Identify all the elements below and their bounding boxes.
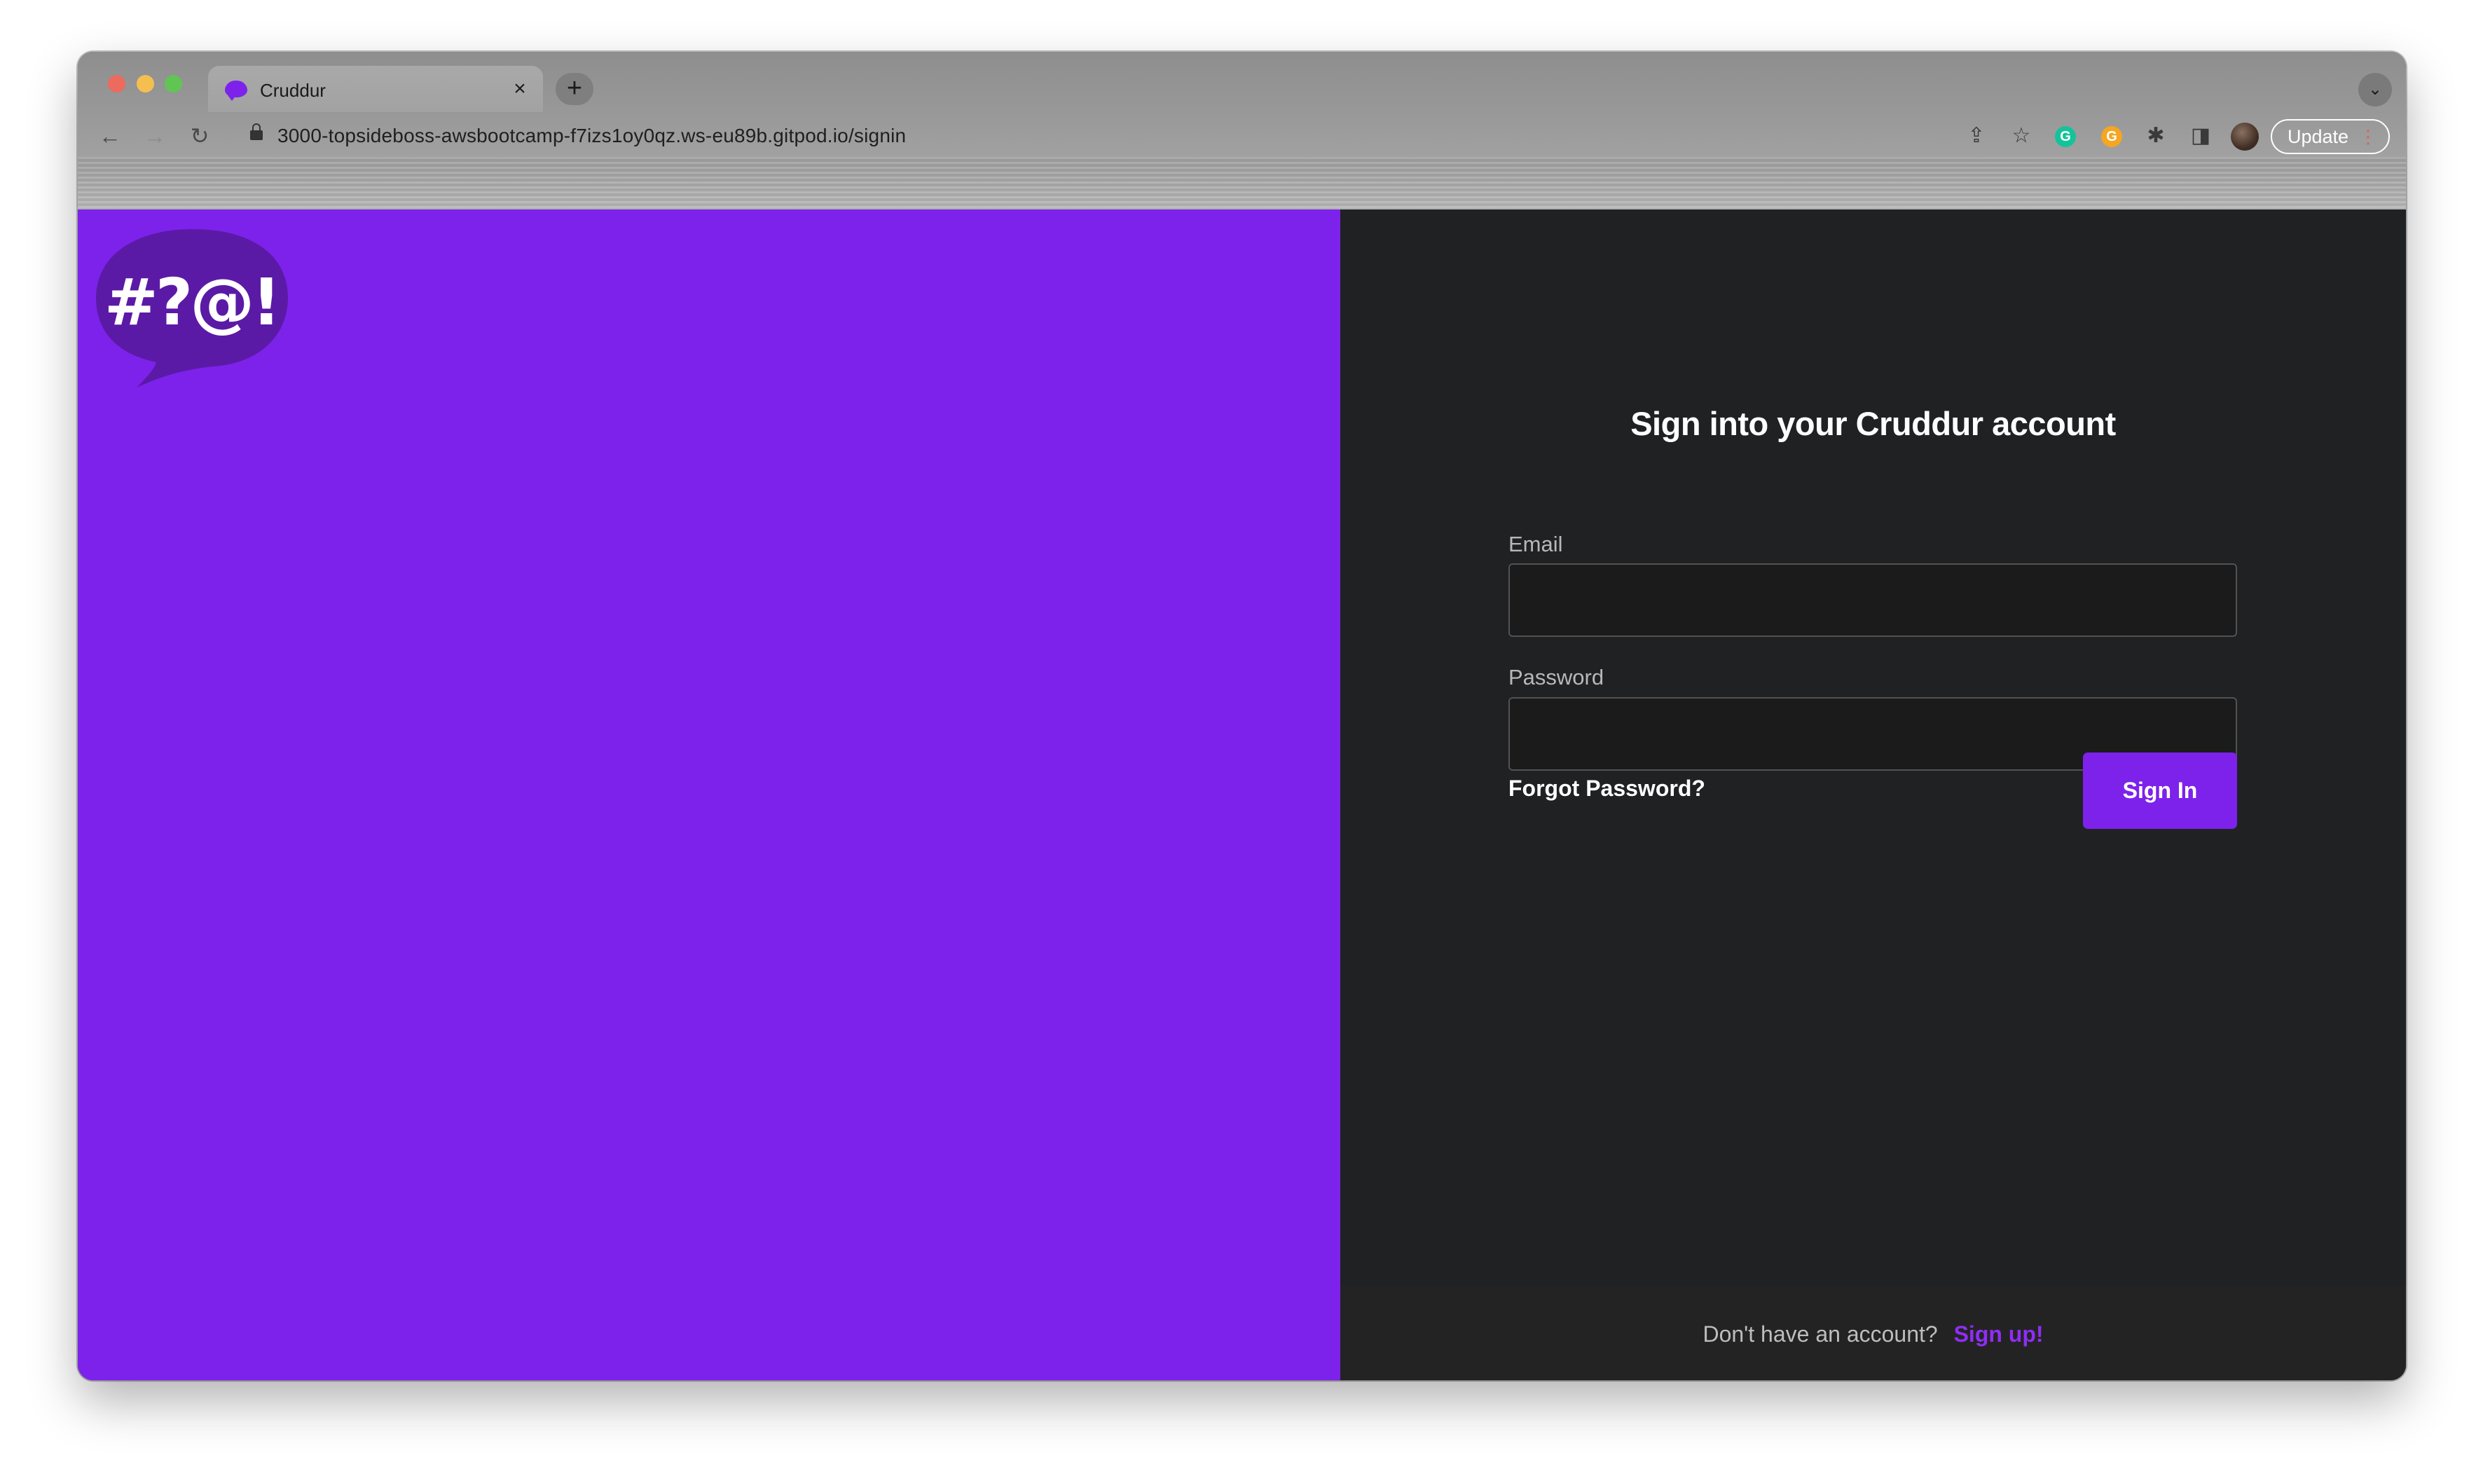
no-account-text: Don't have an account? bbox=[1703, 1321, 1938, 1347]
tab-title: Cruddur bbox=[260, 80, 326, 101]
brand-panel: #?@! bbox=[78, 209, 1340, 1380]
more-menu-icon: ⋮ bbox=[2359, 126, 2377, 147]
close-window-button[interactable] bbox=[108, 75, 125, 92]
cruddur-logo: #?@! bbox=[96, 229, 288, 387]
signup-footer: Don't have an account? Sign up! bbox=[1340, 1286, 2406, 1380]
lock-icon[interactable] bbox=[250, 123, 263, 140]
email-label: Email bbox=[1508, 532, 1563, 556]
tab-search-chevron-icon[interactable]: ⌄ bbox=[2358, 73, 2392, 107]
bookmark-star-icon[interactable]: ☆ bbox=[2007, 122, 2035, 150]
tab-close-icon[interactable]: × bbox=[507, 76, 533, 102]
cruddur-favicon-icon bbox=[225, 81, 247, 101]
forward-arrow-icon[interactable]: → bbox=[138, 119, 172, 153]
signin-panel: Sign into your Cruddur account Email Pas… bbox=[1340, 209, 2406, 1380]
back-arrow-icon[interactable]: ← bbox=[93, 119, 127, 153]
profile-avatar[interactable] bbox=[2231, 123, 2259, 151]
browser-chrome: Cruddur × + ⌄ ← → ↻ 3000-topsideboss-aws… bbox=[78, 52, 2406, 209]
address-bar-url[interactable]: 3000-topsideboss-awsbootcamp-f7izs1oy0qz… bbox=[277, 125, 906, 147]
extensions-puzzle-icon[interactable]: ✱ bbox=[2142, 122, 2170, 150]
email-field[interactable] bbox=[1508, 563, 2237, 637]
sign-up-link[interactable]: Sign up! bbox=[1954, 1321, 2044, 1347]
password-label: Password bbox=[1508, 665, 1604, 689]
share-icon[interactable]: ⇪ bbox=[1962, 122, 1990, 150]
grammarly-extension-icon[interactable]: G bbox=[2055, 126, 2076, 147]
tab-cruddur[interactable]: Cruddur × bbox=[208, 66, 543, 112]
minimize-window-button[interactable] bbox=[137, 75, 154, 92]
forgot-password-link[interactable]: Forgot Password? bbox=[1508, 776, 1705, 802]
side-panel-icon[interactable]: ◨ bbox=[2187, 122, 2215, 150]
maximize-window-button[interactable] bbox=[165, 75, 182, 92]
logo-text: #?@! bbox=[104, 265, 278, 340]
update-button[interactable]: Update ⋮ bbox=[2271, 119, 2390, 154]
sign-in-button[interactable]: Sign In bbox=[2083, 753, 2237, 829]
new-tab-button[interactable]: + bbox=[556, 73, 593, 105]
orange-extension-icon[interactable]: G bbox=[2101, 126, 2122, 147]
update-label: Update bbox=[2288, 126, 2349, 147]
browser-window: Cruddur × + ⌄ ← → ↻ 3000-topsideboss-aws… bbox=[78, 52, 2406, 1380]
reload-icon[interactable]: ↻ bbox=[183, 119, 216, 153]
page-title: Sign into your Cruddur account bbox=[1630, 405, 2116, 442]
